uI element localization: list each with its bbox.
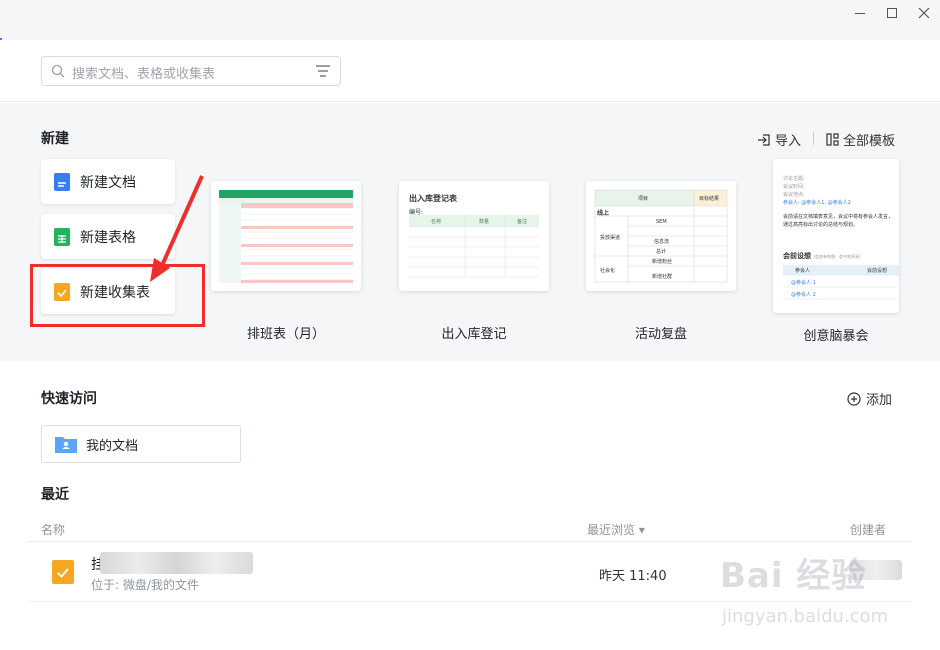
review-cell-total: 总计 (656, 249, 667, 255)
file-location: 位于: 微盘/我的文件 (91, 578, 199, 592)
column-header-name: 名称 (41, 523, 66, 537)
divider (28, 541, 912, 542)
inventory-col-2: 数量 (479, 219, 490, 225)
all-templates-label: 全部模板 (843, 134, 896, 149)
new-section-title: 新建 (41, 131, 69, 147)
recent-title: 最近 (41, 487, 69, 503)
minimize-button[interactable] (848, 6, 872, 20)
template-review-label: 活动复盘 (634, 327, 687, 342)
search-placeholder: 搜索文档、表格或收集表 (72, 67, 216, 82)
inventory-col-1: 名称 (431, 219, 442, 225)
title-bar (0, 0, 940, 40)
folder-user-icon (55, 437, 77, 453)
my-docs-label: 我的文档 (86, 438, 139, 454)
import-button[interactable]: 导入 (757, 130, 801, 149)
review-cell-feed: 信息流 (654, 239, 670, 245)
doc-icon (54, 172, 70, 191)
redacted-filename (100, 552, 253, 574)
template-schedule-card[interactable] (211, 181, 361, 291)
new-sheet-label: 新建表格 (80, 229, 136, 246)
quick-access-title: 快速访问 (41, 391, 97, 407)
inventory-col-3: 备注 (517, 219, 528, 225)
review-cell-fans: 新增粉丝 (652, 259, 673, 265)
top-search-area: 搜索文档、表格或收集表 (0, 40, 940, 102)
watermark: Bai 经验 jingyan.baidu.com (720, 548, 920, 640)
schedule-preview (219, 190, 353, 283)
template-brainstorm-card[interactable]: 讨论主题: 会议时间: 会议地点: 参会人: @参会人1, @参会人2 会前请在… (773, 159, 899, 313)
plus-circle-icon (847, 391, 861, 406)
add-button[interactable]: 添加 (847, 389, 892, 408)
annotation-arrow (150, 175, 204, 282)
maximize-icon (887, 8, 897, 18)
close-button[interactable] (912, 6, 936, 20)
inventory-preview-table (409, 215, 539, 278)
import-icon (758, 133, 770, 146)
my-docs-shortcut[interactable]: 我的文档 (41, 425, 241, 463)
review-cell-project: 项目 (638, 196, 649, 202)
template-schedule-label: 排班表（月） (246, 327, 325, 342)
column-header-creator: 创建者 (850, 523, 887, 537)
template-inventory-label: 出入库登记 (441, 327, 507, 342)
filter-icon[interactable] (316, 65, 330, 77)
form-file-icon (52, 560, 74, 584)
grid-icon (826, 133, 839, 146)
close-icon (918, 7, 930, 19)
template-brainstorm-label: 创意脑暴会 (803, 329, 869, 344)
maximize-button[interactable] (880, 6, 904, 20)
watermark-main: Bai 经验 (720, 556, 867, 596)
column-header-recent-browse[interactable]: 最近浏览 ▾ (587, 521, 645, 538)
sheet-icon (54, 227, 70, 246)
brainstorm-col-2: 会前设想 (867, 268, 888, 274)
template-review-card[interactable]: 项目 目标结果 线上 SEM 投放渠道 信息流 总计 社会化 新增粉丝 新增社群 (586, 181, 736, 291)
minimize-icon (855, 13, 865, 14)
file-last-viewed: 昨天 11:40 (599, 569, 667, 584)
brainstorm-row-2: @参会人 2 (791, 292, 816, 298)
brainstorm-row-1: @参会人 1 (791, 280, 816, 286)
brainstorm-col-1: 参会人 (795, 268, 811, 274)
template-inventory-card[interactable]: 出入库登记表 编号: 名称 数量 备注 (399, 181, 549, 291)
watermark-sub: jingyan.baidu.com (722, 606, 889, 627)
review-cell-sem: SEM (656, 219, 667, 225)
review-cell-target: 目标结果 (699, 196, 720, 202)
search-input[interactable]: 搜索文档、表格或收集表 (41, 56, 341, 86)
review-cell-channel: 投放渠道 (600, 235, 621, 241)
brainstorm-table (783, 265, 899, 300)
search-icon (51, 64, 65, 78)
review-cell-social: 社会化 (600, 268, 616, 274)
divider (813, 132, 814, 145)
add-label: 添加 (866, 393, 893, 408)
import-label: 导入 (775, 134, 802, 149)
review-cell-online: 线上 (597, 210, 610, 217)
all-templates-button[interactable]: 全部模板 (826, 130, 895, 149)
review-cell-groups: 新增社群 (652, 274, 673, 280)
new-doc-label: 新建文档 (80, 174, 136, 191)
